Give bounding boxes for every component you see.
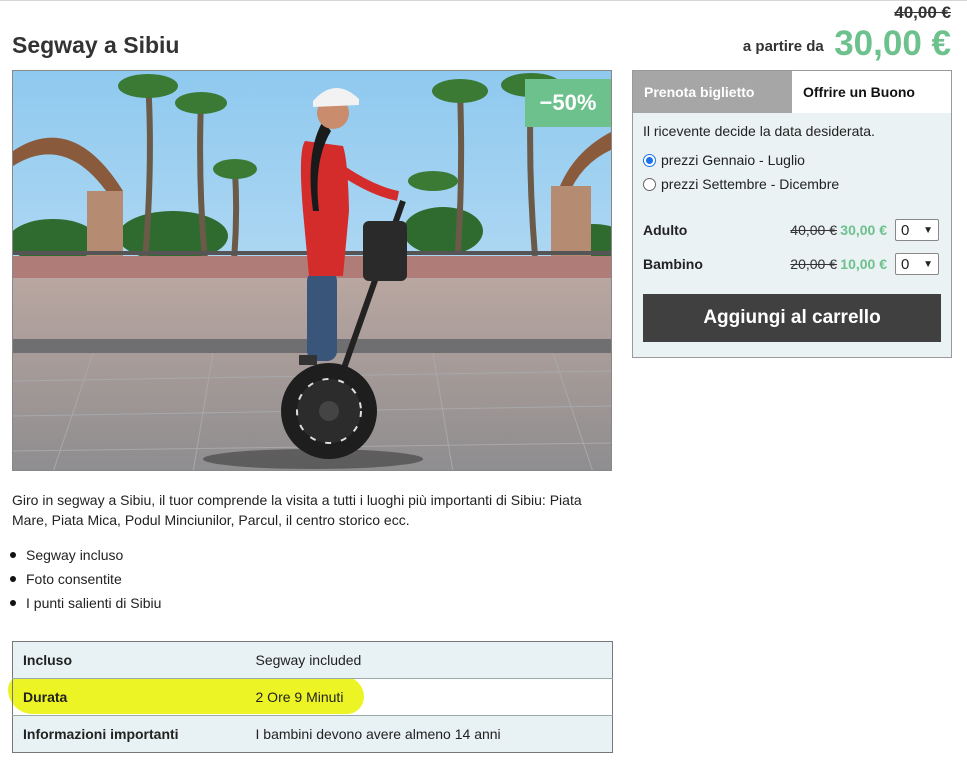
info-key: Incluso — [12, 641, 246, 679]
info-value: I bambini devono avere almeno 14 anni — [245, 715, 613, 753]
receiver-note: Il ricevente decide la data desiderata. — [643, 123, 875, 139]
quantity-select[interactable]: 0 ▼ — [895, 253, 939, 275]
top-divider — [0, 0, 967, 1]
period-option-sep-dec[interactable]: prezzi Settembre - Dicembre — [643, 176, 941, 192]
ticket-new-price: 30,00 € — [840, 222, 887, 238]
page-title: Segway a Sibiu — [12, 32, 180, 58]
list-item: Segway incluso — [9, 545, 161, 569]
chevron-down-icon: ▼ — [923, 258, 933, 270]
original-price: 40,00 € — [894, 3, 951, 22]
booking-tabs: Prenota biglietto Offrire un Buono — [633, 71, 951, 113]
hero-image: −50% — [12, 70, 612, 471]
period-label: prezzi Gennaio - Luglio — [661, 152, 805, 168]
ticket-row-child: Bambino 20,00 € 10,00 € 0 ▼ — [643, 247, 941, 281]
tab-gift-voucher[interactable]: Offrire un Buono — [792, 71, 951, 113]
info-key: Informazioni importanti — [12, 715, 246, 753]
price-block: 40,00 € a partire da 30,00 € — [743, 3, 951, 64]
ticket-old-price: 20,00 € — [790, 256, 837, 272]
info-key: Durata — [12, 678, 246, 716]
radio-button[interactable] — [643, 177, 656, 191]
table-row: Durata 2 Ore 9 Minuti — [12, 678, 613, 716]
table-row: Incluso Segway included — [12, 641, 613, 679]
info-value: Segway included — [245, 641, 613, 679]
quantity-value: 0 — [901, 221, 910, 239]
booking-panel: Prenota biglietto Offrire un Buono Il ri… — [632, 70, 952, 358]
ticket-row-adult: Adulto 40,00 € 30,00 € 0 ▼ — [643, 213, 941, 247]
chevron-down-icon: ▼ — [923, 224, 933, 236]
from-price-row: a partire da 30,00 € — [743, 24, 951, 64]
quantity-value: 0 — [901, 255, 910, 273]
ticket-old-price: 40,00 € — [790, 222, 837, 238]
ticket-label: Adulto — [643, 222, 688, 238]
quantity-select[interactable]: 0 ▼ — [895, 219, 939, 241]
tour-description: Giro in segway a Sibiu, il tuor comprend… — [12, 492, 582, 528]
from-label: a partire da — [742, 38, 824, 55]
segway-photo — [13, 71, 611, 470]
discount-badge: −50% — [525, 79, 611, 127]
info-value: 2 Ore 9 Minuti — [245, 678, 613, 716]
list-item: I punti salienti di Sibiu — [9, 593, 161, 617]
ticket-rows: Adulto 40,00 € 30,00 € 0 ▼ Bambino 20,00… — [643, 213, 941, 281]
period-option-jan-jul[interactable]: prezzi Gennaio - Luglio — [643, 152, 941, 168]
list-item: Foto consentite — [9, 569, 161, 593]
period-label: prezzi Settembre - Dicembre — [661, 176, 840, 192]
radio-button[interactable] — [643, 153, 656, 167]
booking-body: Il ricevente decide la data desiderata. … — [633, 123, 951, 342]
add-to-cart-button[interactable]: Aggiungi al carrello — [643, 294, 941, 342]
ticket-label: Bambino — [643, 256, 703, 272]
tab-book-ticket[interactable]: Prenota biglietto — [633, 71, 792, 113]
feature-list: Segway incluso Foto consentite I punti s… — [9, 545, 161, 617]
table-row: Informazioni importanti I bambini devono… — [12, 715, 613, 753]
current-price: 30,00 € — [834, 24, 951, 63]
ticket-new-price: 10,00 € — [840, 256, 887, 272]
info-table: Incluso Segway included Durata 2 Ore 9 M… — [12, 641, 613, 753]
